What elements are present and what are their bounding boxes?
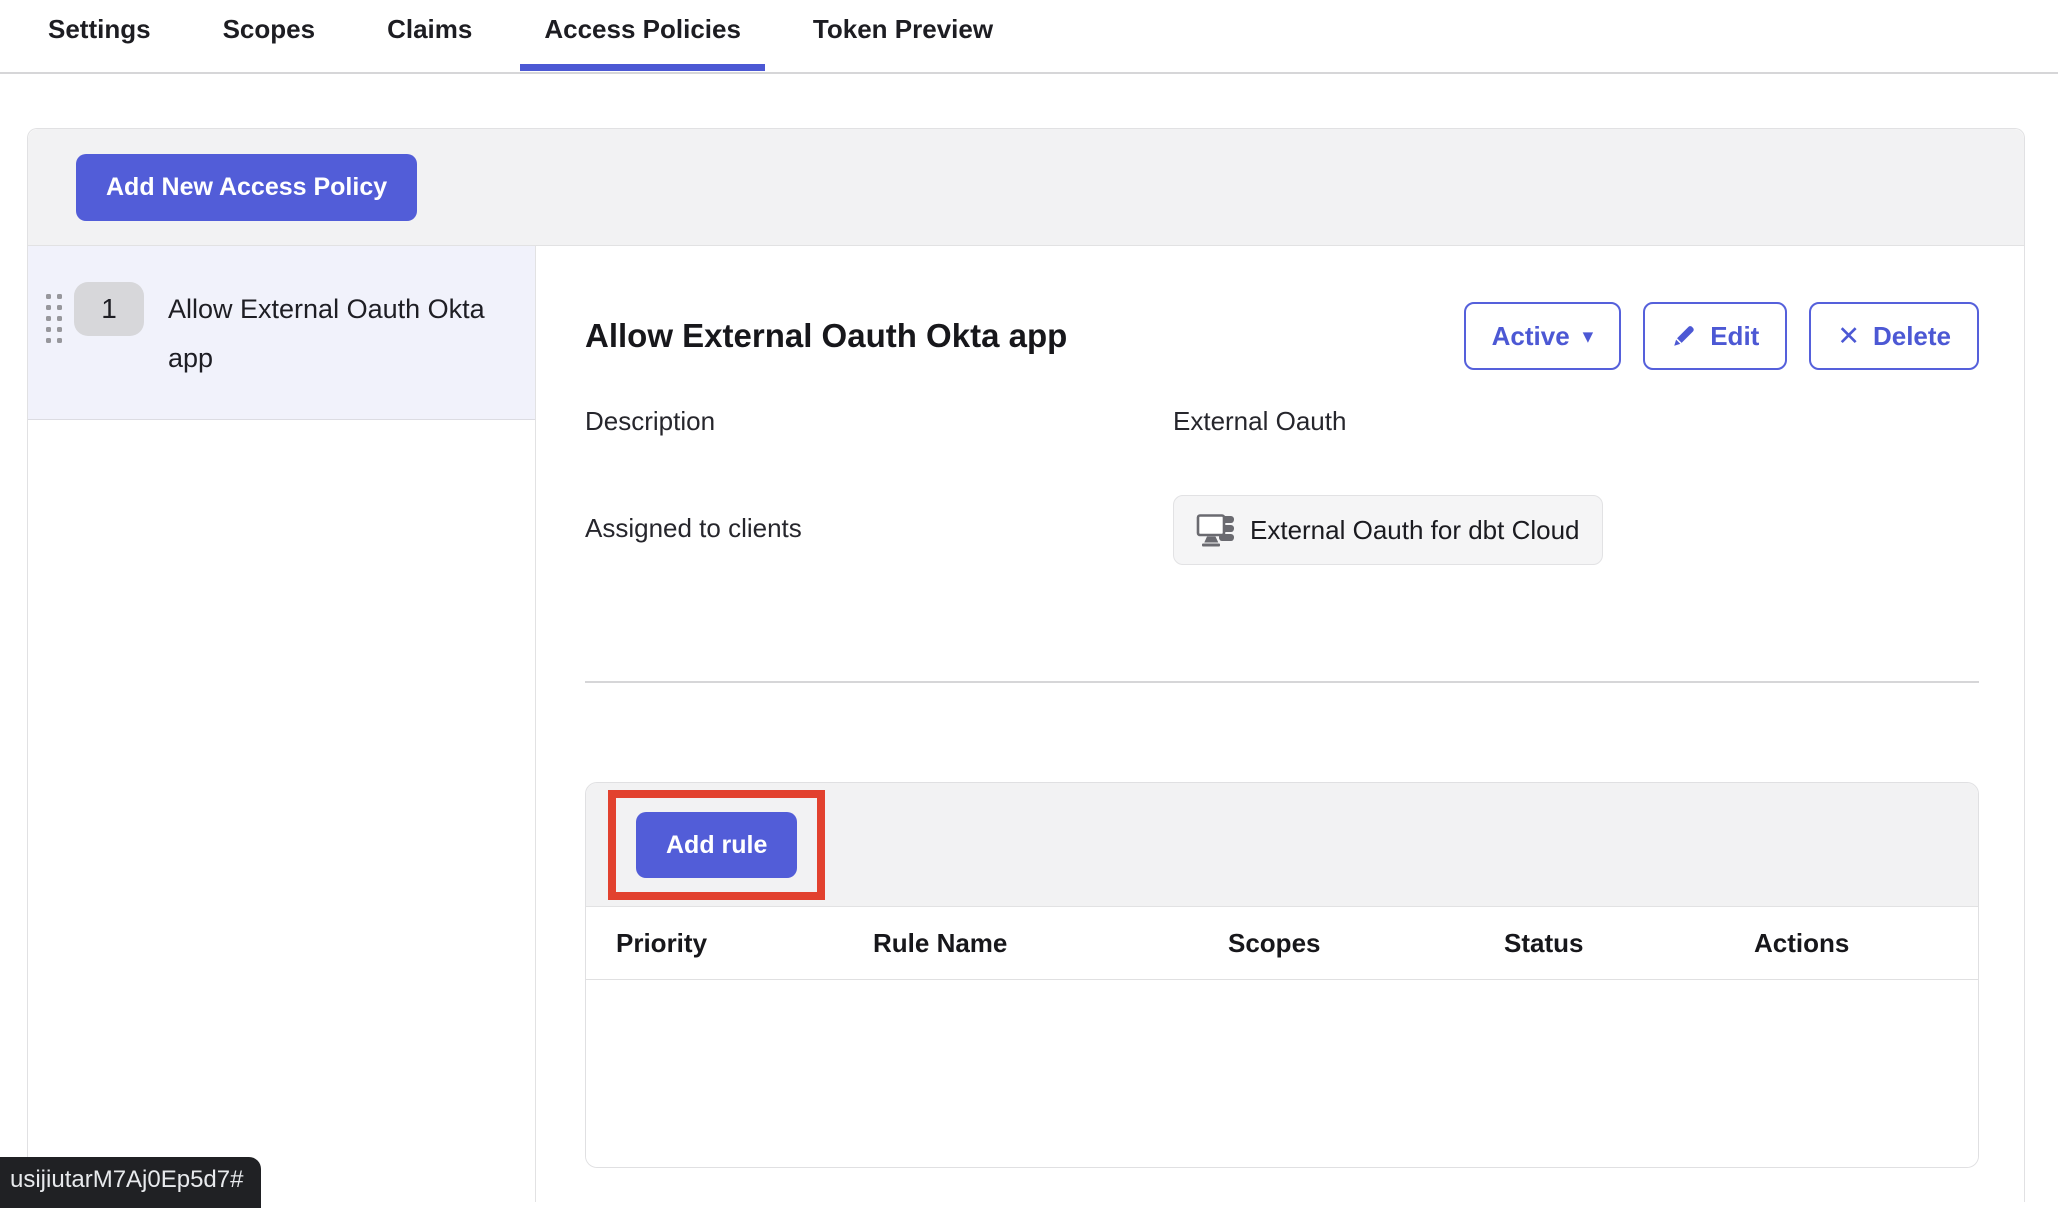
tab-scopes[interactable]: Scopes — [223, 14, 316, 69]
tab-access-policies[interactable]: Access Policies — [544, 14, 741, 69]
tab-bar: Settings Scopes Claims Access Policies T… — [0, 0, 2058, 74]
description-label: Description — [585, 406, 1173, 437]
tab-token-preview[interactable]: Token Preview — [813, 14, 993, 69]
policy-detail: Allow External Oauth Okta app Active ▾ E… — [536, 246, 2024, 1202]
add-rule-button[interactable]: Add rule — [636, 812, 797, 878]
section-divider — [585, 681, 1979, 683]
close-icon: ✕ — [1837, 323, 1860, 350]
client-chip-label: External Oauth for dbt Cloud — [1250, 515, 1580, 546]
column-header-actions: Actions — [1754, 928, 1978, 959]
policy-list-sidebar: 1 Allow External Oauth Okta app — [28, 246, 536, 1202]
rules-toolbar: Add rule — [586, 783, 1978, 907]
description-row: Description External Oauth — [585, 406, 1979, 437]
pencil-icon — [1671, 323, 1697, 349]
rules-table-header: Priority Rule Name Scopes Status Actions — [586, 907, 1978, 980]
column-header-priority: Priority — [616, 928, 873, 959]
tab-claims[interactable]: Claims — [387, 14, 472, 69]
assigned-clients-row: Assigned to clients — [585, 495, 1979, 565]
client-chip[interactable]: External Oauth for dbt Cloud — [1173, 495, 1603, 565]
panel-toolbar: Add New Access Policy — [28, 129, 2024, 246]
delete-button[interactable]: ✕ Delete — [1809, 302, 1979, 370]
policy-title: Allow External Oauth Okta app — [585, 317, 1067, 355]
policy-actions: Active ▾ Edit ✕ Delete — [1464, 302, 1979, 370]
edit-button-label: Edit — [1710, 321, 1759, 352]
policy-list-item[interactable]: 1 Allow External Oauth Okta app — [28, 246, 535, 420]
add-new-access-policy-button[interactable]: Add New Access Policy — [76, 154, 417, 221]
column-header-status: Status — [1504, 928, 1754, 959]
delete-button-label: Delete — [1873, 321, 1951, 352]
access-policies-panel: Add New Access Policy 1 Allow External O… — [27, 128, 2025, 1202]
policy-item-label: Allow External Oauth Okta app — [168, 282, 511, 383]
edit-button[interactable]: Edit — [1643, 302, 1787, 370]
rules-panel: Add rule Priority Rule Name Scopes Statu… — [585, 782, 1979, 1168]
status-dropdown-button[interactable]: Active ▾ — [1464, 302, 1622, 370]
annotation-highlight-box: Add rule — [608, 790, 825, 900]
status-dropdown-label: Active — [1492, 321, 1570, 352]
rules-table-body — [586, 980, 1978, 1167]
description-value: External Oauth — [1173, 406, 1346, 437]
assigned-clients-value: External Oauth for dbt Cloud — [1173, 495, 1603, 565]
panel-body: 1 Allow External Oauth Okta app Allow Ex… — [28, 246, 2024, 1202]
chevron-down-icon: ▾ — [1583, 326, 1594, 347]
assigned-clients-label: Assigned to clients — [585, 495, 1173, 544]
column-header-scopes: Scopes — [1228, 928, 1504, 959]
drag-handle-icon[interactable] — [46, 294, 62, 343]
tab-settings[interactable]: Settings — [48, 14, 151, 69]
client-app-icon — [1196, 512, 1236, 548]
policy-detail-header: Allow External Oauth Okta app Active ▾ E… — [585, 302, 1979, 370]
link-preview-tooltip: usijiutarM7Aj0Ep5d7# — [0, 1157, 261, 1208]
policy-priority-badge: 1 — [74, 282, 144, 336]
column-header-rule-name: Rule Name — [873, 928, 1228, 959]
